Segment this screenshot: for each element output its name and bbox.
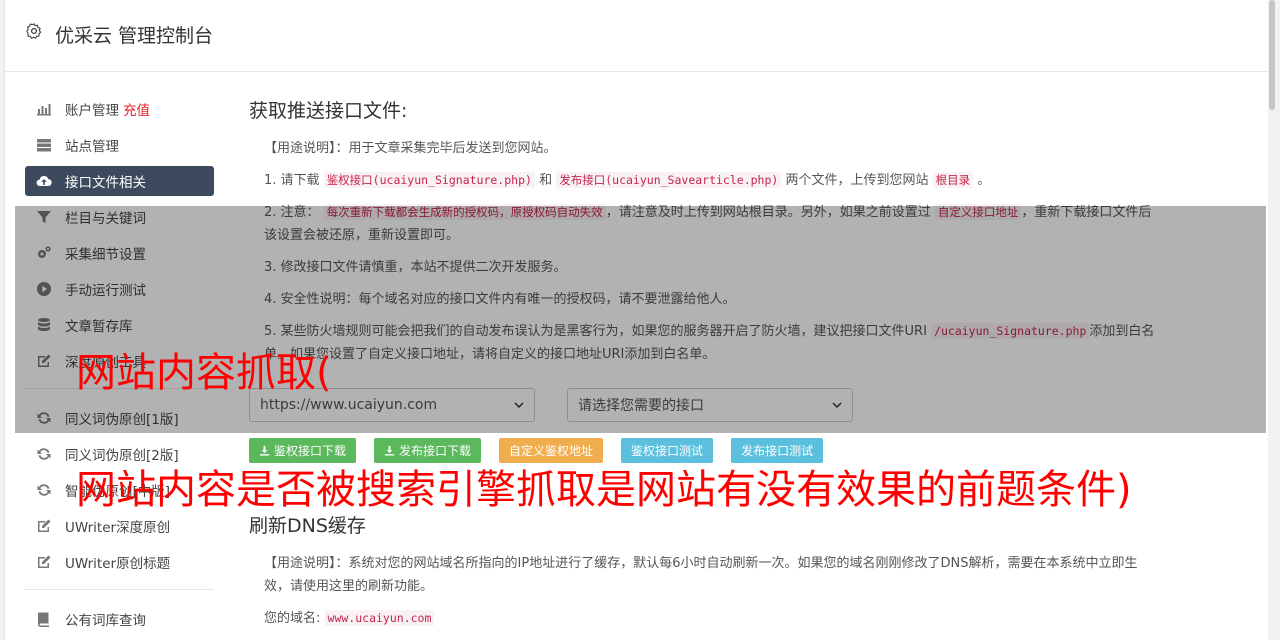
test-signature-button[interactable]: 鉴权接口测试 [621,438,714,463]
step-1-text: 1. 请下载 [264,173,320,188]
signature-api-code: 鉴权接口(ucaiyun_Signature.php) [323,172,535,188]
custom-signature-url-button[interactable]: 自定义鉴权地址 [499,438,604,463]
download-icon [259,445,270,456]
dns-usage-label: 【用途说明】 [264,556,336,571]
button-row: 鉴权接口下载 发布接口下载 自定义鉴权地址 鉴权接口测试 发布接口测试 [249,438,1159,463]
dns-usage-text: ：系统对您的网站域名所指向的IP地址进行了缓存，默认每6小时自动刷新一次。如果您… [264,556,1138,594]
sidebar-item-label: 公有词库查询 [65,613,146,629]
step-1-text: 。 [977,173,991,188]
gear-icon [26,23,42,39]
sidebar-item-label: 站点管理 [65,139,119,155]
refresh-icon [35,446,53,462]
button-label: 发布接口下载 [399,444,472,458]
sidebar-item-label: UWriter原创标题 [65,556,171,572]
cloud-upload-icon [35,173,53,189]
sidebar-item-label: 接口文件相关 [65,175,146,191]
sidebar-item-synonym-v2[interactable]: 同义词伪原创[2版] [25,439,214,469]
sidebar-item-api-files[interactable]: 接口文件相关 [25,166,214,196]
domain-label: 您的域名: [264,611,321,626]
usage-text: ：用于文章采集完毕后发送到您网站。 [335,141,557,156]
domain-row: 您的域名: www.ucaiyun.com [264,607,1159,630]
usage-note: 【用途说明】：用于文章采集完毕后发送到您网站。 [264,137,1159,160]
step-1: 1. 请下载 鉴权接口(ucaiyun_Signature.php) 和 发布接… [264,169,1159,192]
overlay-text-line-2: 网站内容是否被搜索引擎抓取是网站有没有效果的前题条件) [76,467,1132,513]
step-1-text: 两个文件，上传到您网站 [785,173,929,188]
sidebar-item-uwriter-title[interactable]: UWriter原创标题 [25,547,214,577]
dim-overlay [15,206,1266,433]
sidebar-divider [25,589,214,590]
section-title-dns: 刷新DNS缓存 [249,515,366,537]
sidebar-item-label: 同义词伪原创[2版] [65,448,179,464]
book-icon [35,611,53,627]
button-label: 鉴权接口下载 [274,444,347,458]
edit-icon [35,518,53,534]
scrollbar-thumb[interactable] [1269,0,1275,110]
button-label: 发布接口测试 [741,444,814,458]
header: 优采云 管理控制台 [5,0,1271,72]
sidebar-item-account[interactable]: 账户管理 充值 [25,94,214,124]
download-publish-button[interactable]: 发布接口下载 [374,438,482,463]
page-scrollbar[interactable] [1268,0,1276,640]
root-dir-code: 根目录 [932,172,974,188]
section-title-api-files: 获取推送接口文件: [249,100,408,122]
sidebar-item-label: UWriter深度原创 [65,520,171,536]
download-icon [384,445,395,456]
test-publish-button[interactable]: 发布接口测试 [731,438,824,463]
publish-api-code: 发布接口(ucaiyun_Savearticle.php) [556,172,782,188]
domain-value: www.ucaiyun.com [324,610,435,626]
refresh-icon [35,482,53,498]
step-1-text: 和 [539,173,553,188]
edit-icon [35,554,53,570]
sidebar-item-sites[interactable]: 站点管理 [25,130,214,160]
bar-chart-icon [35,101,53,117]
overlay-text-line-1: 网站内容抓取( [76,350,332,396]
usage-label: 【用途说明】 [264,141,336,156]
server-icon [35,137,53,153]
sidebar-item-uwriter-deep[interactable]: UWriter深度原创 [25,511,214,541]
sidebar-item-public-lexicon[interactable]: 公有词库查询 [25,604,214,634]
recharge-link[interactable]: 充值 [123,99,150,119]
sidebar-item-label: 账户管理 [65,103,119,119]
download-signature-button[interactable]: 鉴权接口下载 [249,438,357,463]
button-label: 自定义鉴权地址 [509,444,594,458]
page-title: 优采云 管理控制台 [55,25,214,47]
button-label: 鉴权接口测试 [631,444,704,458]
dns-usage-note: 【用途说明】：系统对您的网站域名所指向的IP地址进行了缓存，默认每6小时自动刷新… [264,552,1159,598]
